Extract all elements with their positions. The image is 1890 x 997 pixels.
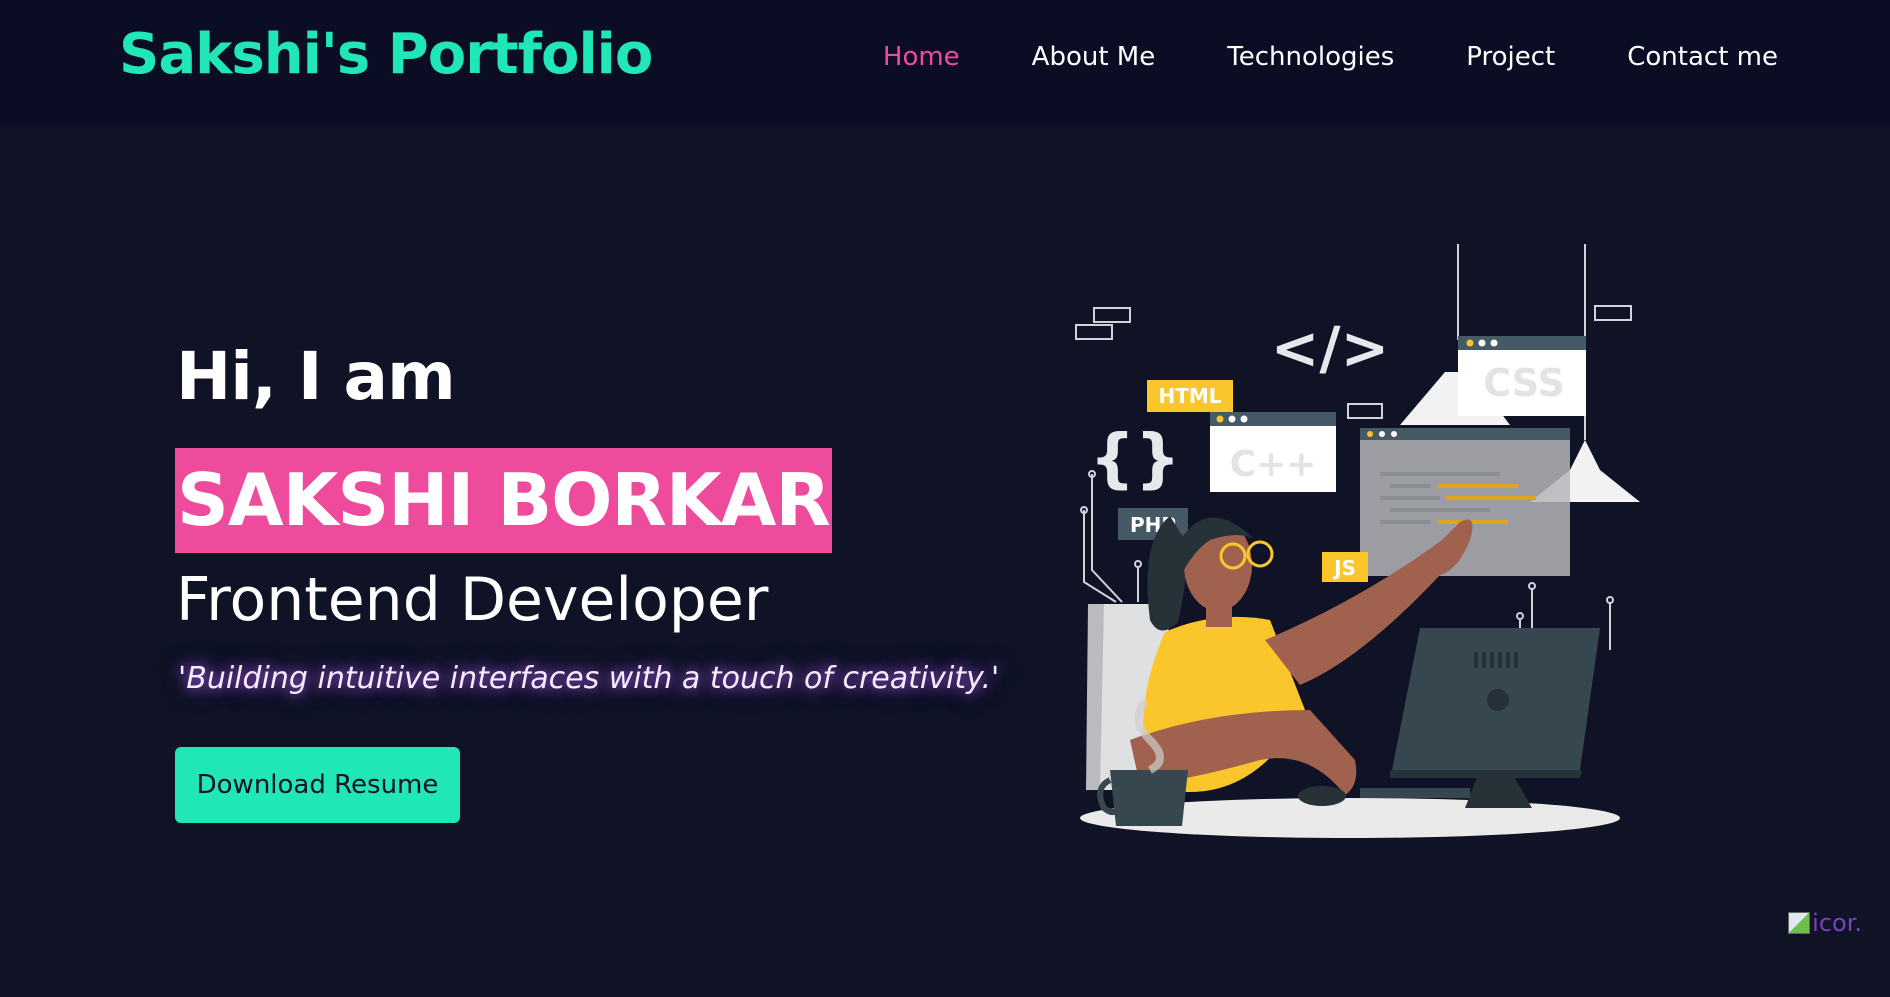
- js-tag: JS: [1332, 556, 1356, 580]
- hero-name: SAKSHI BORKAR: [175, 448, 832, 553]
- code-tag-icon: </>: [1271, 314, 1389, 382]
- nav-item-technologies[interactable]: Technologies: [1227, 42, 1394, 72]
- broken-image-icon: [1788, 912, 1811, 934]
- download-resume-button[interactable]: Download Resume: [175, 747, 460, 823]
- navbar: Sakshi's Portfolio Home About Me Technol…: [0, 0, 1890, 127]
- nav-item-about-me[interactable]: About Me: [1032, 42, 1156, 72]
- hero-greeting: Hi, I am: [176, 338, 456, 415]
- nav-item-contact-me[interactable]: Contact me: [1627, 42, 1778, 72]
- hero-tagline: 'Building intuitive interfaces with a to…: [178, 661, 1000, 696]
- brand-logo[interactable]: Sakshi's Portfolio: [119, 22, 653, 87]
- corner-badge: icor.: [1788, 909, 1862, 937]
- html-tag: HTML: [1158, 384, 1221, 408]
- cpp-label: C++: [1230, 444, 1317, 485]
- hero-role: Frontend Developer: [176, 565, 769, 635]
- badge-text: icor.: [1812, 909, 1862, 937]
- nav-item-home[interactable]: Home: [883, 42, 960, 72]
- braces-icon: {}: [1089, 422, 1180, 496]
- nav-links: Home About Me Technologies Project Conta…: [811, 42, 1778, 72]
- developer-illustration: </> {} HTML C++ CSS PHP JS: [1075, 244, 1640, 838]
- nav-item-project[interactable]: Project: [1466, 42, 1555, 72]
- css-label: CSS: [1483, 361, 1565, 405]
